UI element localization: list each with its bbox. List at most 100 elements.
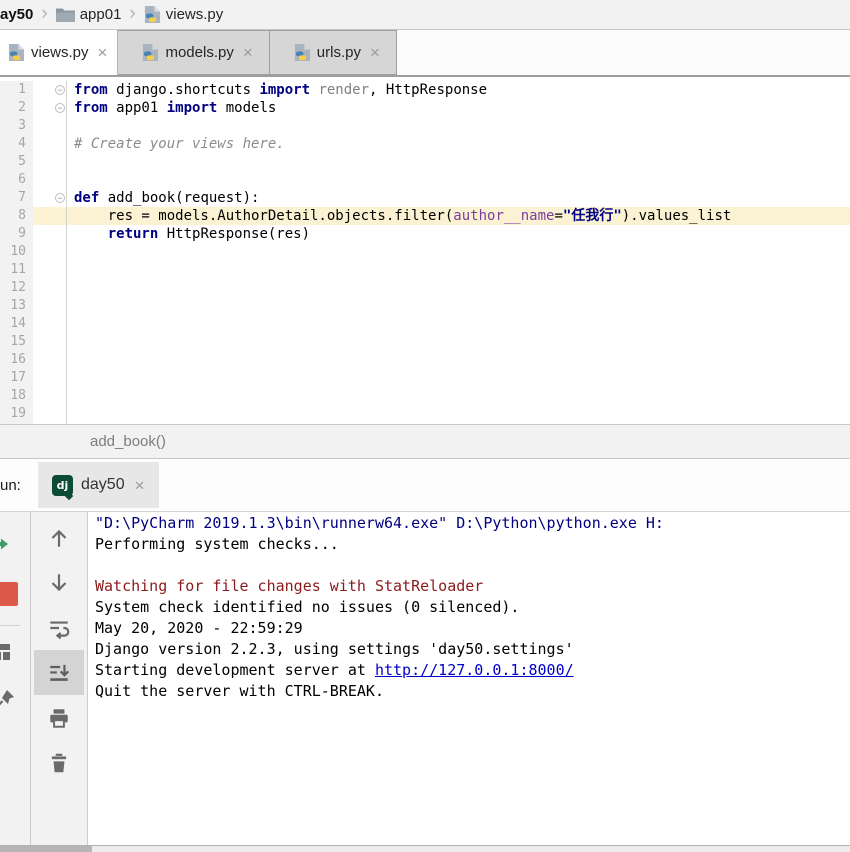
code-line[interactable]: 13 <box>0 297 850 315</box>
console-toolbar <box>31 512 88 845</box>
code-line[interactable]: 17 <box>0 369 850 387</box>
rerun-icon[interactable] <box>0 536 12 563</box>
code-line[interactable]: 18 <box>0 387 850 405</box>
breadcrumb-project[interactable]: ay50 <box>0 6 33 23</box>
line-number: 5 <box>0 153 33 171</box>
server-url-link[interactable]: http://127.0.0.1:8000/ <box>375 661 574 679</box>
line-number: 9 <box>0 225 33 243</box>
code-line[interactable]: 2−from app01 import models <box>0 99 850 117</box>
run-panel-label: un: <box>0 477 38 494</box>
restore-layout-icon[interactable] <box>0 641 14 668</box>
line-number: 3 <box>0 117 33 135</box>
close-icon[interactable]: × <box>135 477 145 494</box>
pin-icon[interactable] <box>0 688 16 715</box>
code-line[interactable]: 7−def add_book(request): <box>0 189 850 207</box>
run-panel-header: un: dj day50 × <box>0 459 850 511</box>
line-number: 1 <box>0 81 33 99</box>
tab-label: views.py <box>31 44 89 61</box>
stop-icon[interactable] <box>0 582 18 611</box>
code-line[interactable]: 9 return HttpResponse(res) <box>0 225 850 243</box>
trash-icon[interactable] <box>34 740 84 785</box>
python-file-icon <box>142 43 159 62</box>
scrollbar-thumb[interactable] <box>0 846 92 852</box>
console-line: Quit the server with CTRL-BREAK. <box>95 681 850 702</box>
close-icon[interactable]: × <box>370 44 380 61</box>
fold-gutter <box>33 135 67 153</box>
code-line[interactable]: 19 <box>0 405 850 423</box>
breadcrumb-file[interactable]: views.py <box>166 6 224 23</box>
code-text <box>67 333 850 351</box>
token-navy: "D:\PyCharm 2019.1.3\bin\runnerw64.exe" … <box>95 514 664 532</box>
fold-marker-icon[interactable]: − <box>55 193 65 203</box>
line-number: 6 <box>0 171 33 189</box>
soft-wrap-icon[interactable] <box>34 605 84 650</box>
code-line[interactable]: 14 <box>0 315 850 333</box>
tab-urls-py[interactable]: urls.py × <box>270 30 397 75</box>
console-output[interactable]: "D:\PyCharm 2019.1.3\bin\runnerw64.exe" … <box>88 512 850 845</box>
code-text <box>67 405 850 423</box>
token-kw: from <box>74 82 108 98</box>
folder-icon <box>56 7 75 22</box>
token-txt: django.shortcuts <box>108 82 260 98</box>
code-line[interactable]: 6 <box>0 171 850 189</box>
fold-gutter <box>33 297 67 315</box>
fold-gutter <box>33 405 67 423</box>
close-icon[interactable]: × <box>98 44 108 61</box>
toolbar-divider <box>0 625 20 626</box>
code-line[interactable]: 16 <box>0 351 850 369</box>
code-line[interactable]: 3 <box>0 117 850 135</box>
code-text: # Create your views here. <box>67 135 850 153</box>
arrow-up-icon[interactable] <box>34 515 84 560</box>
code-line[interactable]: 12 <box>0 279 850 297</box>
fold-gutter <box>33 333 67 351</box>
code-text <box>67 171 850 189</box>
token-red: Watching for file changes with StatReloa… <box>95 577 483 595</box>
token-kw: return <box>108 226 159 242</box>
code-line[interactable]: 5 <box>0 153 850 171</box>
print-icon[interactable] <box>34 695 84 740</box>
code-line[interactable]: 1−from django.shortcuts import render, H… <box>0 81 850 99</box>
fold-marker-icon[interactable]: − <box>55 85 65 95</box>
function-crumb[interactable]: add_book() <box>90 433 166 450</box>
run-toolbar <box>0 512 31 845</box>
fold-marker-icon[interactable]: − <box>55 103 65 113</box>
token-txt: res = models.AuthorDetail.objects.filter… <box>74 208 453 224</box>
token-txt: = <box>554 208 562 224</box>
console-line: May 20, 2020 - 22:59:29 <box>95 618 850 639</box>
tab-models-py[interactable]: models.py × <box>118 30 269 75</box>
line-number: 16 <box>0 351 33 369</box>
code-editor[interactable]: 1−from django.shortcuts import render, H… <box>0 77 850 424</box>
breadcrumb-package[interactable]: app01 <box>80 6 122 23</box>
code-line[interactable]: 4 # Create your views here. <box>0 135 850 153</box>
token-txt: app01 <box>108 100 167 116</box>
fold-gutter: − <box>33 189 67 207</box>
line-number: 4 <box>0 135 33 153</box>
token-plain: Performing system checks... <box>95 535 339 553</box>
code-line[interactable]: 10 <box>0 243 850 261</box>
fold-gutter <box>33 387 67 405</box>
arrow-down-icon[interactable] <box>34 560 84 605</box>
token-gray: render <box>318 82 369 98</box>
line-number: 7 <box>0 189 33 207</box>
console-line: System check identified no issues (0 sil… <box>95 597 850 618</box>
breadcrumb: ay50 › app01 › views.py <box>0 0 850 30</box>
run-tab-label: day50 <box>81 476 125 494</box>
editor-tab-bar: views.py × models.py × urls.py × <box>0 30 850 77</box>
run-tab-day50[interactable]: dj day50 × <box>38 462 159 508</box>
code-line[interactable]: 15 <box>0 333 850 351</box>
close-icon[interactable]: × <box>243 44 253 61</box>
code-line[interactable]: 11 <box>0 261 850 279</box>
code-text <box>67 117 850 135</box>
django-icon: dj <box>52 475 73 496</box>
code-line[interactable]: 8 res = models.AuthorDetail.objects.filt… <box>0 207 850 225</box>
gutter-fill <box>0 423 33 424</box>
tab-views-py[interactable]: views.py × <box>0 30 118 75</box>
fold-gutter <box>33 423 67 424</box>
fold-gutter <box>33 261 67 279</box>
scroll-to-end-icon[interactable] <box>34 650 84 695</box>
line-number: 8 <box>0 207 33 225</box>
horizontal-scrollbar[interactable] <box>0 845 850 852</box>
code-text: from app01 import models <box>67 99 850 117</box>
token-txt: HttpResponse(res) <box>158 226 310 242</box>
token-txt: add_book(request): <box>99 190 259 206</box>
